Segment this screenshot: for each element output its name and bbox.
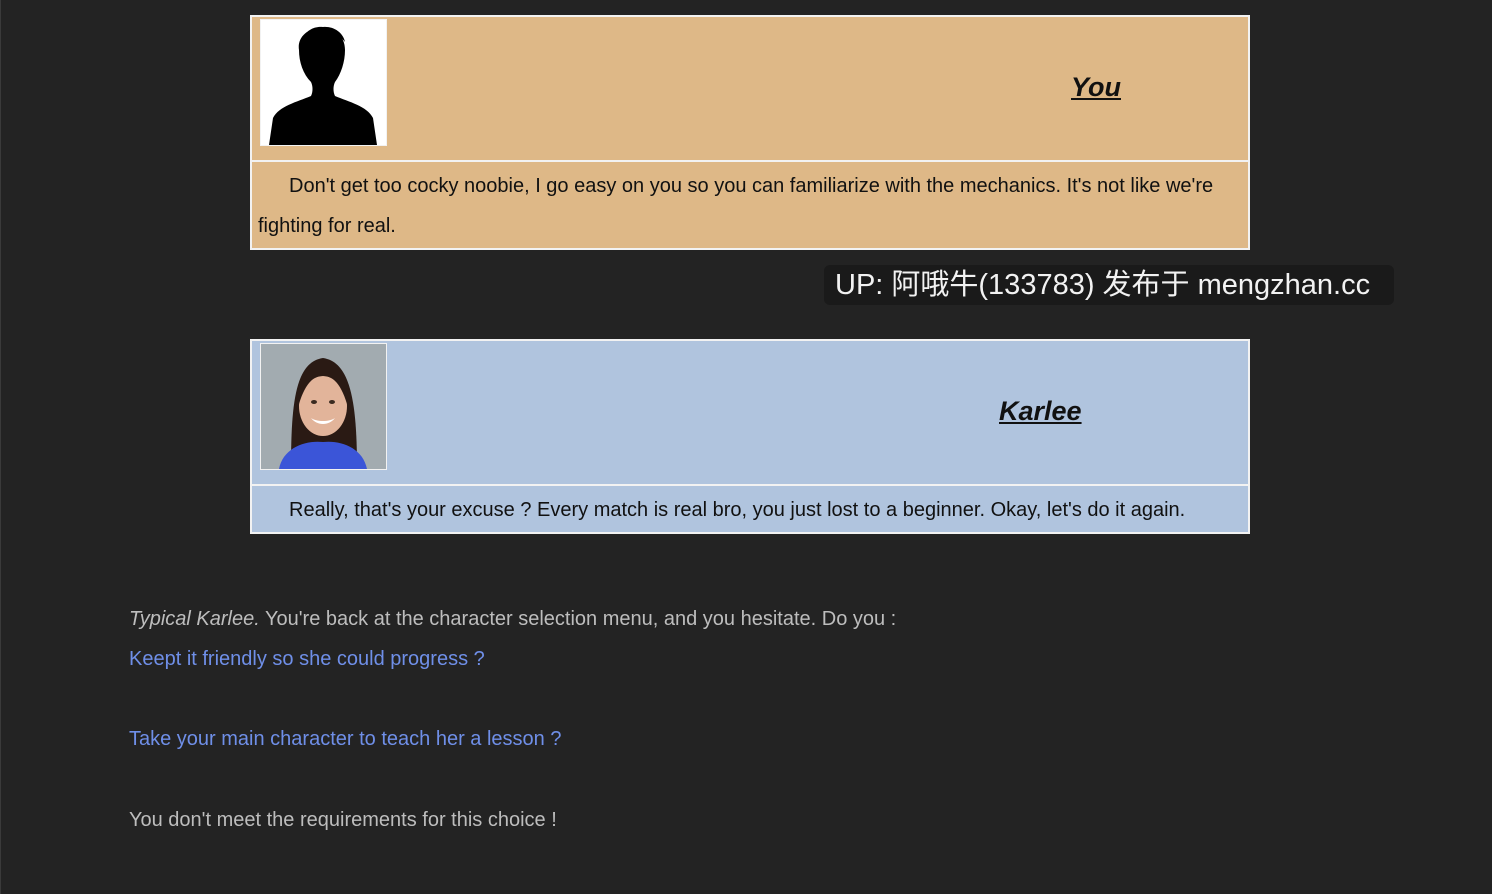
dialog-box-you: You Don't get too cocky noobie, I go eas…: [250, 15, 1250, 250]
requirement-note: You don't meet the requirements for this…: [129, 809, 557, 831]
narration-italic: Typical Karlee.: [129, 608, 260, 630]
narration-rest: You're back at the character selection m…: [259, 608, 897, 630]
narration-text: Typical Karlee. You're back at the chara…: [129, 608, 896, 631]
story-page: You Don't get too cocky noobie, I go eas…: [0, 0, 1492, 894]
silhouette-icon: [260, 19, 387, 146]
dialog-header: You: [252, 17, 1248, 162]
watermark-overlay: UP: 阿哦牛(133783) 发布于 mengzhan.cc: [824, 265, 1394, 305]
choice-link-friendly[interactable]: Keept it friendly so she could progress …: [129, 648, 485, 671]
speaker-name: Karlee: [999, 396, 1082, 426]
dialog-box-karlee: Karlee Really, that's your excuse ? Ever…: [250, 339, 1250, 534]
dialog-header: Karlee: [252, 341, 1248, 486]
dialog-text: Don't get too cocky noobie, I go easy on…: [258, 175, 1214, 237]
dialog-text: Really, that's your excuse ? Every match…: [289, 499, 1186, 521]
choice-link-main-character[interactable]: Take your main character to teach her a …: [129, 728, 561, 751]
speaker-name: You: [1071, 72, 1121, 102]
karlee-portrait: [260, 343, 387, 470]
